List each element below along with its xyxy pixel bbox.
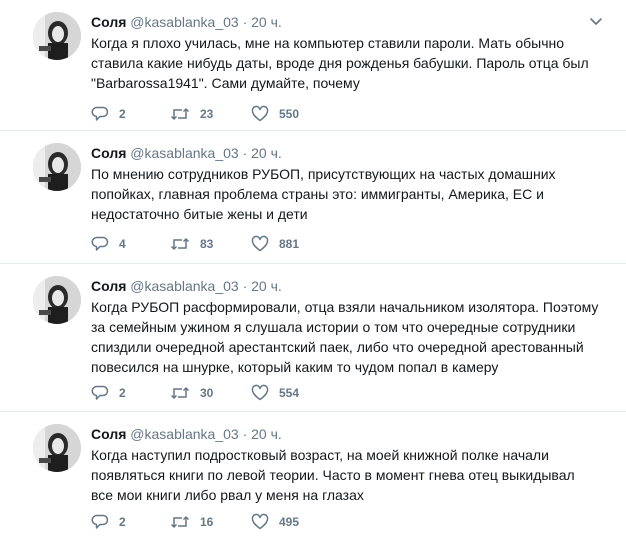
tweet-feed: Соля @kasablanka_03 · 20 ч. Когда я плох…: [0, 0, 626, 538]
reply-icon: [91, 514, 109, 529]
like-button[interactable]: 550: [251, 104, 299, 124]
retweet-icon: [170, 386, 190, 400]
retweet-button[interactable]: 83: [170, 234, 213, 254]
author-name[interactable]: Соля: [91, 278, 126, 294]
retweet-button[interactable]: 16: [170, 512, 213, 532]
author-name[interactable]: Соля: [91, 145, 126, 161]
author-handle[interactable]: @kasablanka_03: [130, 145, 238, 161]
author-name[interactable]: Соля: [91, 14, 126, 30]
reply-count: 2: [119, 515, 126, 529]
timestamp[interactable]: 20 ч.: [251, 145, 282, 161]
reply-button[interactable]: 4: [91, 234, 126, 254]
reply-count: 4: [119, 237, 126, 251]
separator-dot: ·: [242, 278, 248, 294]
avatar[interactable]: [33, 424, 81, 472]
reply-count: 2: [119, 107, 126, 121]
reply-icon: [91, 106, 109, 121]
tweet[interactable]: Соля @kasablanka_03 · 20 ч. По мнению со…: [0, 131, 626, 264]
tweet[interactable]: Соля @kasablanka_03 · 20 ч. Когда я плох…: [0, 0, 626, 131]
heart-icon: [251, 513, 269, 530]
tweet-text: По мнению сотрудников РУБОП, присутствую…: [91, 166, 556, 222]
reply-icon: [91, 236, 109, 251]
retweet-count: 16: [200, 515, 214, 529]
tweet-header: Соля @kasablanka_03 · 20 ч.: [91, 12, 586, 32]
tweet-actions: 2 23 550: [91, 104, 391, 124]
author-handle[interactable]: @kasablanka_03: [130, 278, 238, 294]
author-handle[interactable]: @kasablanka_03: [130, 426, 238, 442]
like-count: 495: [279, 515, 300, 529]
tweet-text: Когда РУБОП расформировали, отца взяли н…: [91, 299, 599, 375]
retweet-icon: [170, 515, 190, 529]
like-button[interactable]: 554: [251, 383, 299, 403]
avatar[interactable]: [33, 143, 81, 191]
retweet-button[interactable]: 30: [170, 383, 213, 403]
chevron-down-icon[interactable]: [588, 13, 604, 29]
like-count: 554: [279, 386, 300, 400]
timestamp[interactable]: 20 ч.: [251, 14, 282, 30]
tweet-text: Когда наступил подростковый возраст, на …: [91, 447, 575, 503]
author-name[interactable]: Соля: [91, 426, 126, 442]
tweet-header: Соля @kasablanka_03 · 20 ч.: [91, 143, 586, 163]
heart-icon: [251, 384, 269, 401]
tweet[interactable]: Соля @kasablanka_03 · 20 ч. Когда РУБОП …: [0, 264, 626, 412]
tweet-actions: 4 83 881: [91, 234, 391, 254]
reply-button[interactable]: 2: [91, 104, 126, 124]
heart-icon: [251, 235, 269, 252]
separator-dot: ·: [242, 14, 248, 30]
tweet-actions: 2 16 495: [91, 512, 391, 532]
author-handle[interactable]: @kasablanka_03: [130, 14, 238, 30]
like-button[interactable]: 495: [251, 512, 299, 532]
tweet-header: Соля @kasablanka_03 · 20 ч.: [91, 276, 586, 296]
like-count: 881: [279, 237, 300, 251]
avatar[interactable]: [33, 276, 81, 324]
retweet-icon: [170, 107, 190, 121]
like-button[interactable]: 881: [251, 234, 299, 254]
timestamp[interactable]: 20 ч.: [251, 278, 282, 294]
retweet-button[interactable]: 23: [170, 104, 213, 124]
heart-icon: [251, 105, 269, 122]
separator-dot: ·: [242, 145, 248, 161]
reply-count: 2: [119, 386, 126, 400]
timestamp[interactable]: 20 ч.: [251, 426, 282, 442]
tweet-header: Соля @kasablanka_03 · 20 ч.: [91, 424, 586, 444]
reply-button[interactable]: 2: [91, 383, 126, 403]
retweet-icon: [170, 237, 190, 251]
separator-dot: ·: [242, 426, 248, 442]
avatar[interactable]: [33, 12, 81, 60]
like-count: 550: [279, 107, 300, 121]
reply-icon: [91, 385, 109, 400]
retweet-count: 83: [200, 237, 214, 251]
tweet-actions: 2 30 554: [91, 383, 391, 403]
retweet-count: 23: [200, 107, 214, 121]
tweet[interactable]: Соля @kasablanka_03 · 20 ч. Когда наступ…: [0, 412, 626, 538]
retweet-count: 30: [200, 386, 214, 400]
tweet-text: Когда я плохо училась, мне на компьютер …: [91, 35, 589, 91]
reply-button[interactable]: 2: [91, 512, 126, 532]
